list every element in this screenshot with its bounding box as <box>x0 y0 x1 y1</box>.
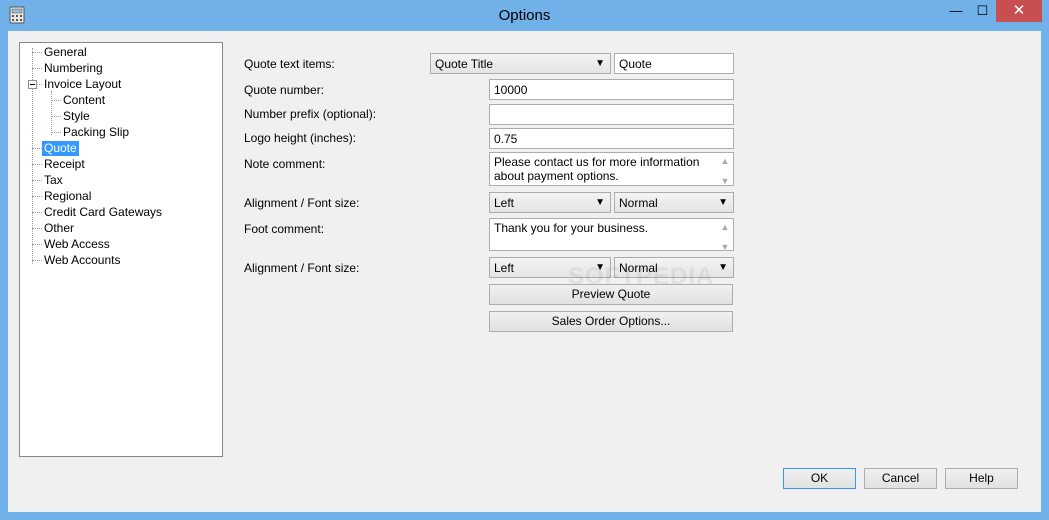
note-comment-label: Note comment: <box>244 157 326 171</box>
quote-number-label: Quote number: <box>244 83 325 97</box>
alignment-font-label-2: Alignment / Font size: <box>244 261 360 275</box>
alignment-font-label-1: Alignment / Font size: <box>244 196 360 210</box>
chevron-down-icon: ▼ <box>718 197 728 208</box>
tree-item-invoice-layout[interactable]: Invoice Layout <box>42 77 123 92</box>
ok-button[interactable]: OK <box>783 468 856 489</box>
maximize-button[interactable]: ☐ <box>969 0 996 22</box>
tree-item-regional[interactable]: Regional <box>42 189 93 204</box>
tree-connector <box>32 244 42 245</box>
help-button[interactable]: Help <box>945 468 1018 489</box>
tree-item-general[interactable]: General <box>42 45 89 60</box>
quote-text-items-selected: Quote Title <box>435 57 494 71</box>
tree-connector <box>32 180 42 181</box>
foot-comment-scrollbar[interactable]: ▲ ▼ <box>718 220 732 250</box>
scroll-down-icon[interactable]: ▼ <box>718 240 732 250</box>
tree-item-style[interactable]: Style <box>61 109 92 124</box>
title-bar[interactable]: Options — ☐ ✕ <box>0 0 1049 31</box>
tree-item-web-accounts[interactable]: Web Accounts <box>42 253 123 268</box>
tree-item-credit-card-gateways[interactable]: Credit Card Gateways <box>42 205 164 220</box>
quote-text-items-label: Quote text items: <box>244 57 335 71</box>
alignment-selected-2: Left <box>494 261 515 275</box>
tree-item-receipt[interactable]: Receipt <box>42 157 87 172</box>
watermark: SOFTPEDIA <box>568 263 715 290</box>
foot-comment-textarea[interactable]: Thank you for your business. ▲ ▼ <box>489 218 734 251</box>
tree-item-packing-slip[interactable]: Packing Slip <box>61 125 131 140</box>
window-title: Options <box>498 7 551 24</box>
tree-connector <box>51 132 61 133</box>
options-tree[interactable]: General Numbering Invoice Layout Content… <box>19 42 223 457</box>
scroll-up-icon[interactable]: ▲ <box>718 220 732 234</box>
number-prefix-label: Number prefix (optional): <box>244 107 377 121</box>
close-button[interactable]: ✕ <box>996 0 1042 22</box>
alignment-select-1[interactable]: Left ▼ <box>489 192 611 213</box>
font-size-selected-1: Normal <box>619 196 658 210</box>
tree-connector <box>32 196 42 197</box>
alignment-selected-1: Left <box>494 196 515 210</box>
scroll-up-icon[interactable]: ▲ <box>718 154 732 168</box>
quote-text-input[interactable]: Quote <box>614 53 734 74</box>
chevron-down-icon: ▼ <box>718 262 728 273</box>
options-window: Options — ☐ ✕ General Numbering Invoice … <box>0 0 1049 520</box>
tree-connector <box>51 116 61 117</box>
cancel-button[interactable]: Cancel <box>864 468 937 489</box>
tree-connector <box>32 148 42 149</box>
foot-comment-text: Thank you for your business. <box>494 221 649 235</box>
minimize-button[interactable]: — <box>943 0 969 22</box>
collapse-toggle-icon[interactable] <box>28 80 37 89</box>
number-prefix-input[interactable] <box>489 104 734 125</box>
note-comment-text: Please contact us for more information a… <box>494 155 700 183</box>
tree-item-quote[interactable]: Quote <box>42 141 79 156</box>
tree-connector <box>51 91 52 135</box>
tree-connector <box>32 68 42 69</box>
dialog-client-area: General Numbering Invoice Layout Content… <box>8 31 1041 512</box>
tree-connector <box>32 260 42 261</box>
tree-connector <box>32 52 42 53</box>
note-comment-textarea[interactable]: Please contact us for more information a… <box>489 152 734 186</box>
tree-connector <box>32 164 42 165</box>
tree-item-numbering[interactable]: Numbering <box>42 61 105 76</box>
chevron-down-icon: ▼ <box>595 197 605 208</box>
tree-item-web-access[interactable]: Web Access <box>42 237 112 252</box>
tree-connector <box>51 100 61 101</box>
quote-number-input[interactable]: 10000 <box>489 79 734 100</box>
tree-item-other[interactable]: Other <box>42 221 76 236</box>
chevron-down-icon: ▼ <box>595 58 605 69</box>
note-comment-scrollbar[interactable]: ▲ ▼ <box>718 154 732 185</box>
logo-height-input[interactable]: 0.75 <box>489 128 734 149</box>
tree-item-tax[interactable]: Tax <box>42 173 65 188</box>
quote-text-items-select[interactable]: Quote Title ▼ <box>430 53 611 74</box>
sales-order-options-button[interactable]: Sales Order Options... <box>489 311 733 332</box>
tree-connector <box>32 228 42 229</box>
font-size-select-1[interactable]: Normal ▼ <box>614 192 734 213</box>
tree-item-content[interactable]: Content <box>61 93 107 108</box>
scroll-down-icon[interactable]: ▼ <box>718 174 732 185</box>
tree-connector <box>32 212 42 213</box>
logo-height-label: Logo height (inches): <box>244 131 357 145</box>
foot-comment-label: Foot comment: <box>244 222 325 236</box>
